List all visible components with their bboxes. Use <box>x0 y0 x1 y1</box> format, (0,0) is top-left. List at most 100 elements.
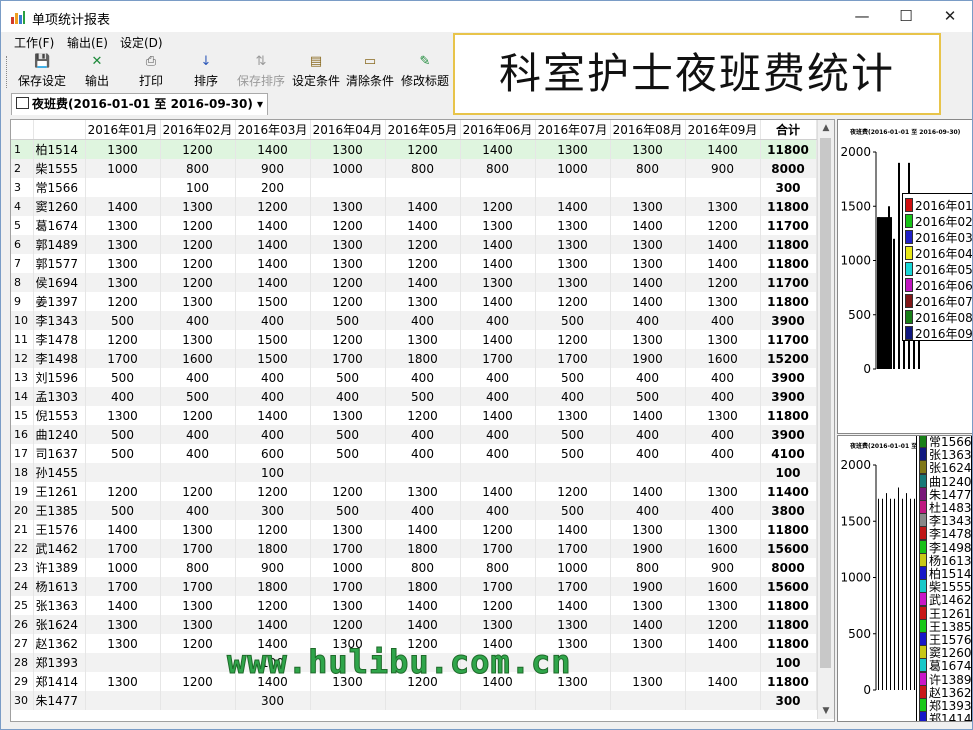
month-value-cell[interactable]: 1700 <box>310 577 386 596</box>
month-value-cell[interactable]: 200 <box>235 178 311 197</box>
month-value-cell[interactable]: 1300 <box>85 634 161 653</box>
table-row[interactable]: 30 朱1477 300 300 <box>11 691 817 710</box>
table-row[interactable]: 9 姜1397 1200 1300 1500 1200 1300 1400 1200 1400 13… <box>11 292 817 311</box>
clear-conditions-button[interactable]: ▭ 清除条件 <box>346 54 394 90</box>
month-value-cell[interactable]: 800 <box>610 558 686 577</box>
tab-dropdown-arrow-icon[interactable]: ▾ <box>257 97 263 111</box>
month-value-cell[interactable]: 1700 <box>85 349 161 368</box>
month-value-cell[interactable]: 1800 <box>385 539 461 558</box>
month-value-cell[interactable]: 900 <box>685 159 761 178</box>
month-value-cell[interactable]: 400 <box>385 368 461 387</box>
table-row[interactable]: 26 张1624 1300 1300 1400 1200 1400 1300 1300 1400 1… <box>11 615 817 634</box>
month-value-cell[interactable]: 1700 <box>310 349 386 368</box>
month-value-cell[interactable]: 1800 <box>235 577 311 596</box>
month-value-cell[interactable]: 1400 <box>610 292 686 311</box>
month-value-cell[interactable]: 1300 <box>310 197 386 216</box>
month-value-cell[interactable]: 400 <box>610 368 686 387</box>
month-value-cell[interactable]: 1000 <box>310 558 386 577</box>
month-value-cell[interactable]: 400 <box>460 425 536 444</box>
month-value-cell[interactable]: 400 <box>460 444 536 463</box>
month-value-cell[interactable]: 1300 <box>610 330 686 349</box>
month-value-cell[interactable]: 1300 <box>535 406 611 425</box>
month-value-cell[interactable]: 1300 <box>160 197 236 216</box>
month-value-cell[interactable]: 1400 <box>85 197 161 216</box>
month-value-cell[interactable]: 400 <box>160 444 236 463</box>
month-value-cell[interactable]: 1400 <box>385 596 461 615</box>
set-conditions-button[interactable]: ▤ 设定条件 <box>292 54 340 90</box>
menu-work[interactable]: 工作(F) <box>14 34 54 51</box>
month-value-cell[interactable] <box>460 178 536 197</box>
header-month[interactable]: 2016年07月 <box>535 120 611 140</box>
month-value-cell[interactable]: 1800 <box>235 539 311 558</box>
month-value-cell[interactable]: 1400 <box>460 254 536 273</box>
table-row[interactable]: 4 窦1260 1400 1300 1200 1300 1400 1200 1400 1300 13… <box>11 197 817 216</box>
month-value-cell[interactable]: 1400 <box>235 139 311 159</box>
month-value-cell[interactable]: 1900 <box>610 539 686 558</box>
scroll-thumb[interactable] <box>820 138 831 668</box>
month-value-cell[interactable]: 400 <box>385 444 461 463</box>
month-value-cell[interactable]: 1200 <box>310 216 386 235</box>
month-value-cell[interactable]: 1300 <box>460 273 536 292</box>
month-value-cell[interactable]: 1000 <box>535 159 611 178</box>
scroll-down-icon[interactable]: ▼ <box>818 703 834 719</box>
month-value-cell[interactable]: 1300 <box>610 235 686 254</box>
month-value-cell[interactable]: 1300 <box>535 615 611 634</box>
header-total[interactable]: 合计 <box>760 120 817 140</box>
month-value-cell[interactable]: 1200 <box>160 216 236 235</box>
month-value-cell[interactable]: 400 <box>160 501 236 520</box>
table-row[interactable]: 19 王1261 1200 1200 1200 1200 1300 1400 1200 1400 1… <box>11 482 817 501</box>
month-value-cell[interactable]: 400 <box>385 501 461 520</box>
month-value-cell[interactable]: 1200 <box>85 330 161 349</box>
month-value-cell[interactable]: 1200 <box>535 482 611 501</box>
month-value-cell[interactable]: 800 <box>160 159 236 178</box>
month-value-cell[interactable]: 400 <box>610 501 686 520</box>
month-value-cell[interactable]: 1300 <box>85 235 161 254</box>
month-value-cell[interactable]: 1200 <box>385 254 461 273</box>
month-value-cell[interactable] <box>610 653 686 672</box>
month-value-cell[interactable]: 1400 <box>235 615 311 634</box>
month-value-cell[interactable]: 500 <box>535 311 611 330</box>
month-value-cell[interactable] <box>460 463 536 482</box>
month-value-cell[interactable] <box>310 463 386 482</box>
month-value-cell[interactable]: 1300 <box>85 273 161 292</box>
scroll-up-icon[interactable]: ▲ <box>818 120 834 136</box>
close-button[interactable]: ✕ <box>928 1 972 32</box>
month-value-cell[interactable]: 1700 <box>310 539 386 558</box>
table-row[interactable]: 2 柴1555 1000 800 900 1000 800 800 1000 800 900 8000 <box>11 159 817 178</box>
header-month[interactable]: 2016年05月 <box>385 120 461 140</box>
month-value-cell[interactable]: 1200 <box>160 273 236 292</box>
month-value-cell[interactable] <box>685 653 761 672</box>
month-value-cell[interactable]: 400 <box>235 387 311 406</box>
toolbar-grip[interactable] <box>6 56 10 88</box>
month-value-cell[interactable] <box>535 463 611 482</box>
month-value-cell[interactable]: 1200 <box>235 596 311 615</box>
month-value-cell[interactable]: 400 <box>160 425 236 444</box>
month-value-cell[interactable]: 400 <box>685 501 761 520</box>
month-value-cell[interactable]: 1300 <box>310 235 386 254</box>
month-value-cell[interactable]: 400 <box>610 311 686 330</box>
month-value-cell[interactable]: 1900 <box>610 577 686 596</box>
month-value-cell[interactable] <box>160 653 236 672</box>
month-value-cell[interactable]: 400 <box>160 311 236 330</box>
table-row[interactable]: 8 侯1694 1300 1200 1400 1200 1400 1300 1300 1400 12… <box>11 273 817 292</box>
month-value-cell[interactable]: 1700 <box>535 349 611 368</box>
month-value-cell[interactable]: 500 <box>310 311 386 330</box>
month-value-cell[interactable]: 1700 <box>460 539 536 558</box>
month-value-cell[interactable] <box>310 178 386 197</box>
month-value-cell[interactable]: 100 <box>160 178 236 197</box>
month-value-cell[interactable]: 500 <box>535 501 611 520</box>
print-button[interactable]: ⎙ 打印 <box>134 54 168 90</box>
month-value-cell[interactable]: 400 <box>385 311 461 330</box>
month-value-cell[interactable]: 1200 <box>160 406 236 425</box>
month-value-cell[interactable]: 1300 <box>685 596 761 615</box>
month-value-cell[interactable]: 1700 <box>460 349 536 368</box>
month-value-cell[interactable]: 1700 <box>535 539 611 558</box>
month-value-cell[interactable]: 1300 <box>610 254 686 273</box>
table-row[interactable]: 21 王1576 1400 1300 1200 1300 1400 1200 1400 1300 1… <box>11 520 817 539</box>
month-value-cell[interactable]: 300 <box>235 501 311 520</box>
month-value-cell[interactable]: 1400 <box>385 520 461 539</box>
month-value-cell[interactable]: 1900 <box>610 349 686 368</box>
month-value-cell[interactable]: 1200 <box>685 273 761 292</box>
month-value-cell[interactable]: 1800 <box>385 577 461 596</box>
month-value-cell[interactable]: 1300 <box>160 330 236 349</box>
